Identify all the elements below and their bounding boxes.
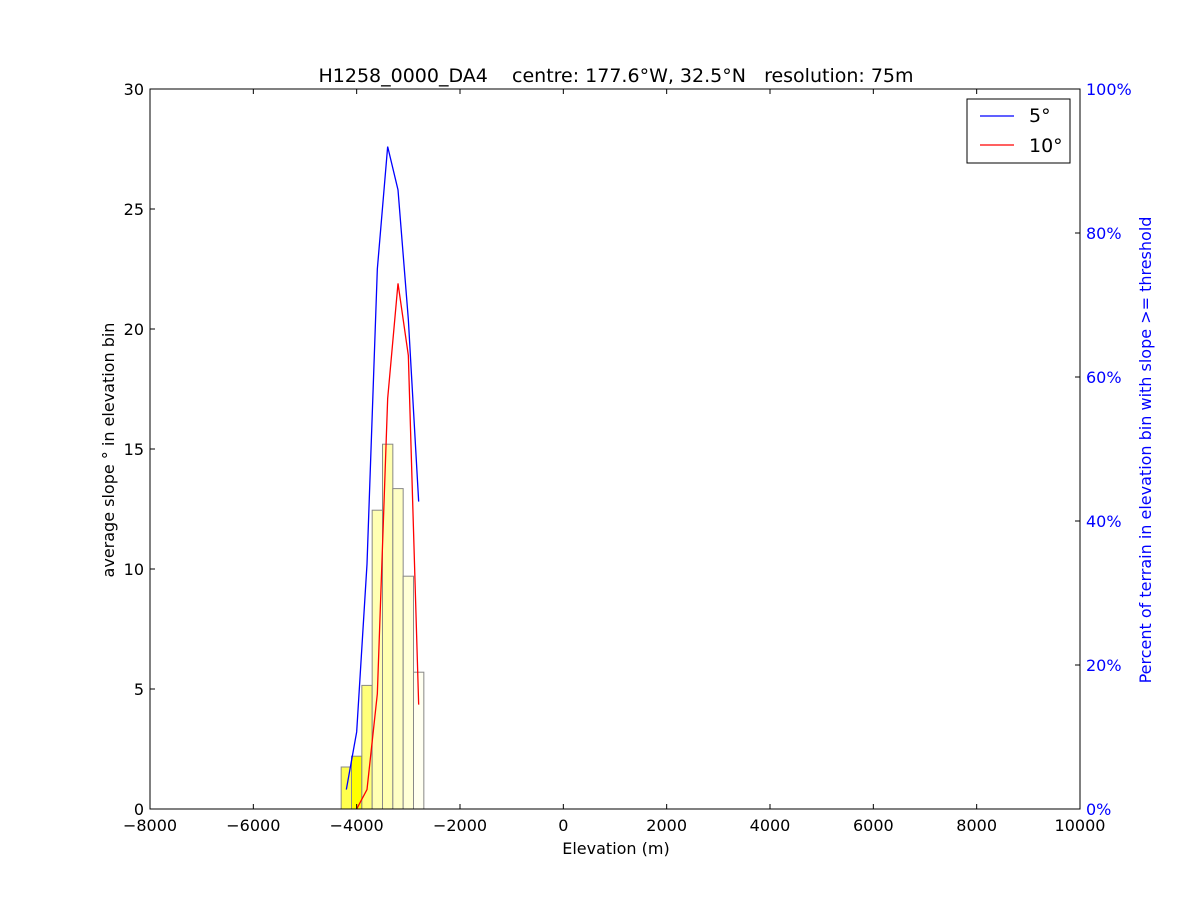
x-tick-label: 2000: [646, 816, 687, 835]
x-axis-label: Elevation (m): [562, 839, 669, 858]
y-tick-label: 0: [134, 800, 144, 819]
y-right-tick-label: 40%: [1086, 512, 1122, 531]
x-tick-label: 0: [558, 816, 568, 835]
y-right-tick-label: 60%: [1086, 368, 1122, 387]
x-tick-label: −2000: [433, 816, 487, 835]
x-tick-label: −6000: [226, 816, 280, 835]
y-tick-label: 25: [124, 200, 144, 219]
ticks-layer: −8000 −6000 −4000 −2000 0 2000 4000 6000 8000 100…: [123, 80, 1132, 835]
plot-frame: [149, 88, 1081, 810]
histogram-bar: [402, 575, 414, 810]
histogram-bar: [392, 488, 404, 810]
y-axis-label-right: Percent of terrain in elevation bin with…: [1136, 217, 1155, 684]
y-tick-label: 5: [134, 680, 144, 699]
x-tick-label: 6000: [853, 816, 894, 835]
chart-title: H1258_0000_DA4 centre: 177.6°W, 32.5°N r…: [318, 65, 913, 87]
y-axis-label: average slope ° in elevation bin: [99, 323, 118, 578]
y-tick-label: 15: [124, 440, 144, 459]
y-tick-label: 20: [124, 320, 144, 339]
x-tick-label: 8000: [956, 816, 997, 835]
legend-label-10deg: 10°: [1029, 135, 1063, 157]
y-tick-label: 10: [124, 560, 144, 579]
y-tick-label: 30: [124, 80, 144, 99]
y-right-tick-label: 0%: [1086, 800, 1111, 819]
chart: −8000 −6000 −4000 −2000 0 2000 4000 6000 8000 100…: [99, 65, 1155, 858]
legend: 5° 10°: [966, 98, 1071, 164]
bars-layer: [340, 443, 425, 810]
x-tick-label: 4000: [750, 816, 791, 835]
x-tick-label: −8000: [123, 816, 177, 835]
legend-label-5deg: 5°: [1029, 105, 1051, 127]
y-right-tick-label: 100%: [1086, 80, 1132, 99]
y-right-tick-label: 20%: [1086, 656, 1122, 675]
x-tick-label: −4000: [330, 816, 384, 835]
y-right-tick-label: 80%: [1086, 224, 1122, 243]
histogram-bar: [371, 509, 383, 810]
